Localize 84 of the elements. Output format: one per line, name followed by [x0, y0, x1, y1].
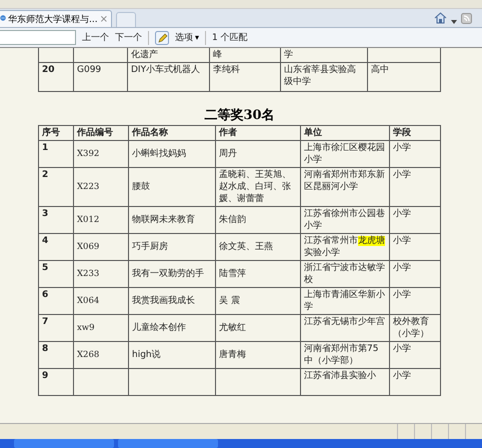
table-cell: 小学 [390, 234, 440, 260]
table-cell: X233 [74, 260, 128, 288]
table-cell: 峰 [210, 48, 280, 62]
table-cell: 化遗产 [128, 48, 210, 62]
pencil-icon[interactable] [155, 30, 169, 44]
find-field[interactable] [0, 30, 76, 45]
section-title: 二等奖30名 [203, 107, 276, 124]
table-cell: 4 [38, 234, 74, 260]
table-cell: 小学 [390, 168, 440, 206]
table-cell: 李纯科 [210, 62, 280, 92]
table-cell: X069 [74, 234, 128, 260]
next-button[interactable]: 下一个 [115, 31, 142, 44]
table-cell: 7 [38, 314, 74, 342]
table-cell: 江苏省常州市龙虎塘 实验小学 [300, 234, 390, 260]
table-cell: 物联网未来教育 [128, 206, 216, 234]
table-cell: 朱信韵 [216, 206, 300, 234]
table-cell: 9 [38, 368, 74, 396]
table-cell: 小学 [390, 206, 440, 234]
table-cell: X268 [74, 342, 128, 368]
caret-icon[interactable]: ▾ [195, 33, 200, 42]
table-cell: X064 [74, 288, 128, 314]
table-cell: 我赏我画我成长 [128, 288, 216, 314]
table-cell: 小蝌蚪找妈妈 [128, 140, 216, 168]
home-icon[interactable] [434, 12, 447, 24]
table-cell: 江苏省沛县实验小 [300, 368, 390, 396]
table-cell: 小学 [390, 140, 440, 168]
table-cell: 周丹 [216, 140, 300, 168]
table-cell: 徐文英、王燕 [216, 234, 300, 260]
column-header: 学段 [390, 126, 440, 140]
table-cell: 1 [38, 140, 74, 168]
table-cell: 江苏省无锡市少年宫 [300, 314, 390, 342]
table-cell: 儿童绘本创作 [128, 314, 216, 342]
table-cell: 8 [38, 342, 74, 368]
table-cell: 唐青梅 [216, 342, 300, 368]
table-cell: 孟晓莉、王英旭、赵水成、白珂、张媛、谢蕾蕾 [216, 168, 300, 206]
feed-icon[interactable] [461, 13, 472, 24]
table-cell: 3 [38, 206, 74, 234]
column-header: 作者 [216, 126, 300, 140]
options-button[interactable]: 选项 [175, 31, 193, 44]
table-cell [74, 48, 128, 62]
table-cell: 巧手厨房 [128, 234, 216, 260]
table-cell: 5 [38, 260, 74, 288]
match-count: 1 个匹配 [212, 32, 248, 44]
table-cell: 河南省郑州市郑东新区昆丽河小学 [300, 168, 390, 206]
table-cell: 我有一双勤劳的手 [128, 260, 216, 288]
table-cell: 小学 [390, 368, 440, 396]
table-cell: 上海市徐汇区樱花园小学 [300, 140, 390, 168]
table-cell: 山东省莘县实验高级中学 [280, 62, 368, 92]
table-cell: 河南省郑州市第75中（小学部） [300, 342, 390, 368]
new-tab-button[interactable] [116, 12, 136, 27]
table-cell: xw9 [74, 314, 128, 342]
table-cell: 20 [38, 62, 74, 92]
table-cell: 浙江省宁波市达敏学校 [300, 260, 390, 288]
table-cell: 尤敏红 [216, 314, 300, 342]
table-cell: X223 [74, 168, 128, 206]
table-cell: 6 [38, 288, 74, 314]
table-cell: 陆雪萍 [216, 260, 300, 288]
table-cell: X392 [74, 140, 128, 168]
table-cell: G099 [74, 62, 128, 92]
table-cell: DIY小车式机器人 [128, 62, 210, 92]
table-cell [38, 48, 74, 62]
column-header: 作品名称 [128, 126, 216, 140]
table-cell: 小学 [390, 288, 440, 314]
page-icon [0, 12, 6, 22]
table-cell: X012 [74, 206, 128, 234]
caret-icon[interactable] [451, 20, 457, 24]
column-header: 序号 [38, 126, 74, 140]
table-cell: 小学 [390, 260, 440, 288]
table-cell: 高中 [368, 62, 440, 92]
table-cell: 吴 震 [216, 288, 300, 314]
previous-button[interactable]: 上一个 [82, 31, 109, 44]
column-header: 作品编号 [74, 126, 128, 140]
table-cell: 校外教育（小学） [390, 314, 440, 342]
table-cell: 学 [280, 48, 368, 62]
table-cell [74, 368, 128, 396]
table-cell: 2 [38, 168, 74, 206]
tab-title: 华东师范大学课程与... [8, 14, 98, 26]
table-cell: 上海市青浦区华新小学 [300, 288, 390, 314]
table-cell: 腰鼓 [128, 168, 216, 206]
table-cell: high说 [128, 342, 216, 368]
table-cell: 江苏省徐州市公园巷小学 [300, 206, 390, 234]
browser-tab[interactable]: 华东师范大学课程与... × [0, 10, 112, 27]
column-header: 单位 [300, 126, 390, 140]
table-cell: 小学 [390, 342, 440, 368]
